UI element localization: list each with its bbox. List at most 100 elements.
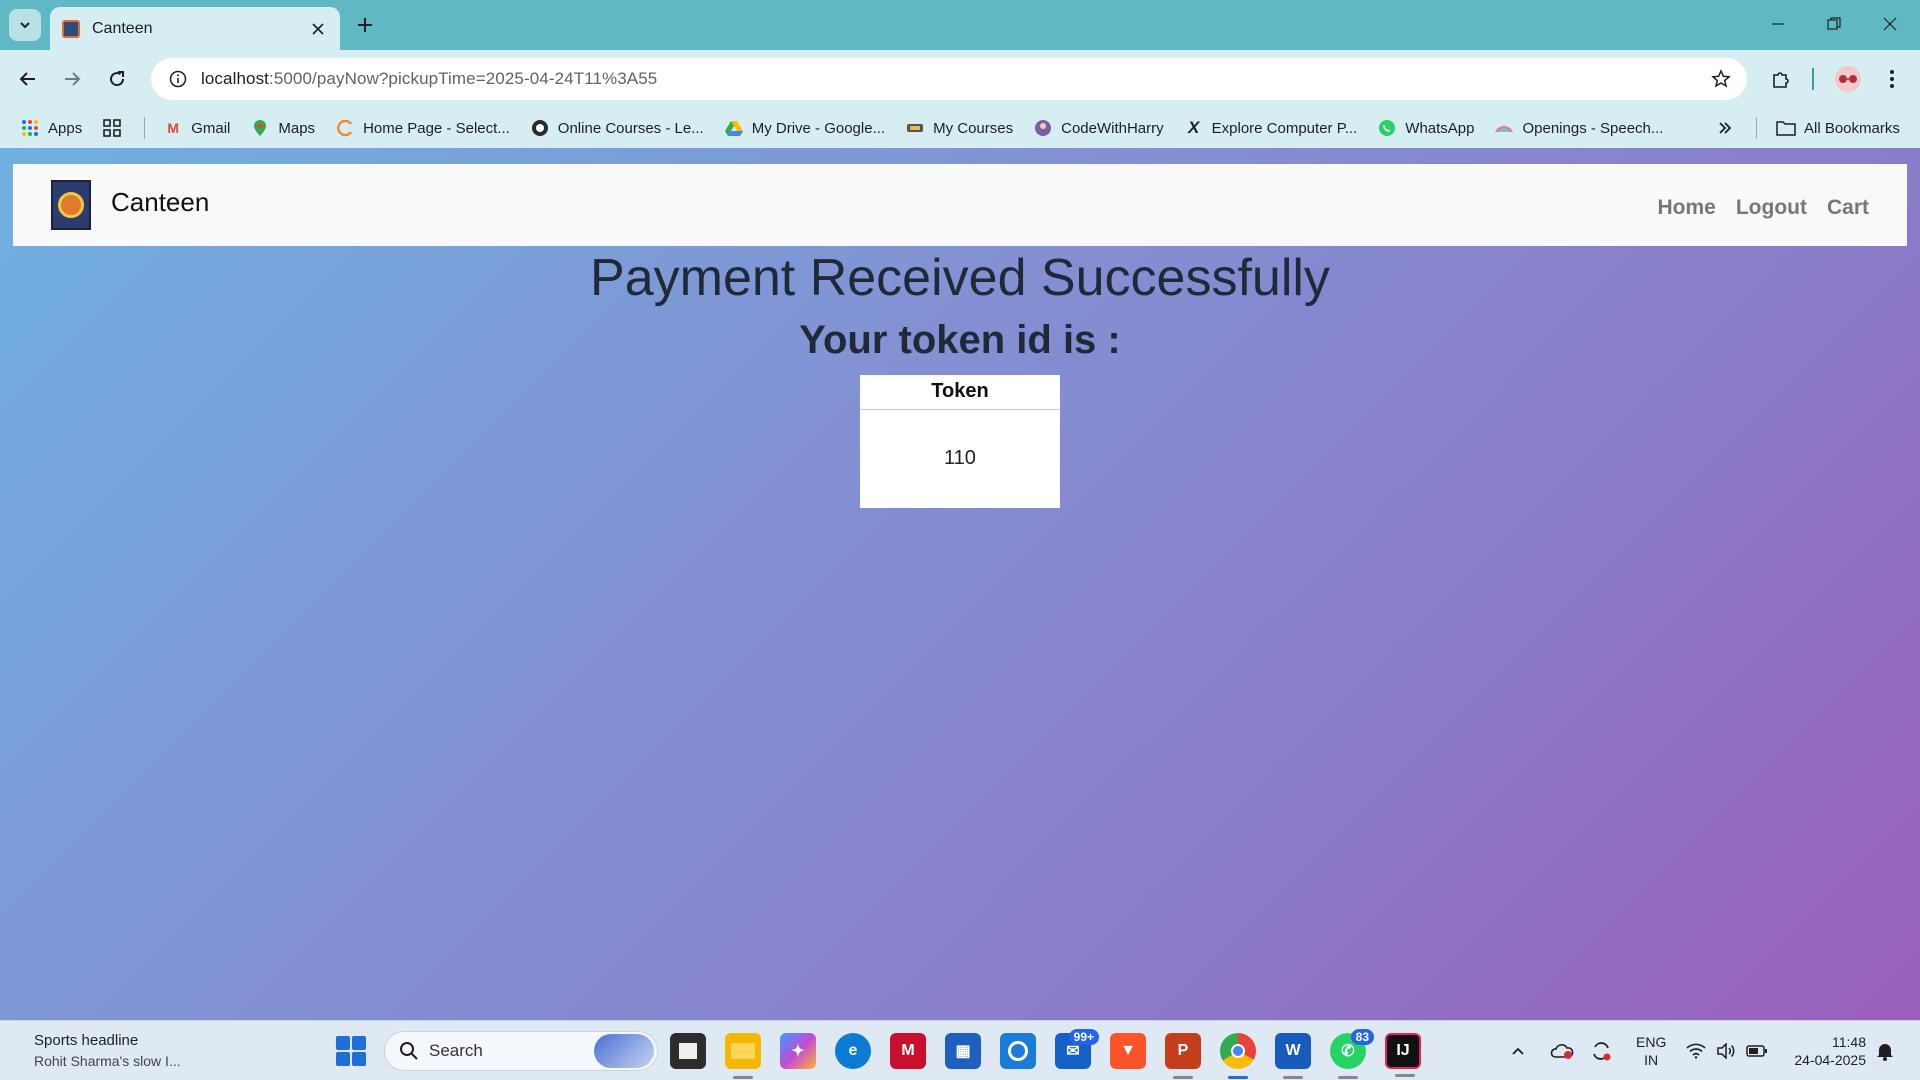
taskbar-app-brave[interactable]: ▼ <box>1110 1033 1146 1069</box>
bookmark-my-courses[interactable]: My Courses <box>905 118 1013 138</box>
taskbar-app-mcafee[interactable]: M <box>890 1033 926 1069</box>
token-heading: Your token id is : <box>799 318 1121 362</box>
search-label: Search <box>429 1041 483 1060</box>
browser-tab[interactable]: Canteen <box>50 7 340 50</box>
forward-button[interactable] <box>56 63 88 95</box>
taskbar-app-copilot[interactable]: ✦ <box>780 1033 816 1069</box>
bookmark-online-courses[interactable]: Online Courses - Le... <box>530 118 704 138</box>
new-tab-button[interactable] <box>352 12 378 38</box>
onedrive-button[interactable] <box>1550 1021 1574 1080</box>
search-highlight-image <box>594 1034 654 1068</box>
apps-grid-icon <box>20 118 40 138</box>
back-button[interactable] <box>12 63 44 95</box>
bookmark-codewithharry[interactable]: CodeWithHarry <box>1033 118 1164 138</box>
bookmark-label: Openings - Speech... <box>1522 119 1664 137</box>
extensions-button[interactable] <box>1765 63 1797 95</box>
table-row: 110 <box>860 409 1060 508</box>
taskbar-app-powerpoint[interactable]: P <box>1165 1033 1201 1079</box>
taskbar-clock[interactable]: 11:48 24-04-2025 <box>1784 1033 1866 1069</box>
table-header-token: Token <box>860 375 1060 410</box>
sync-button[interactable] <box>1590 1021 1612 1080</box>
bookmark-home-page[interactable]: Home Page - Select... <box>335 118 510 138</box>
taskbar-search[interactable]: Search <box>384 1031 658 1071</box>
all-bookmarks-button[interactable]: All Bookmarks <box>1776 108 1900 148</box>
notifications-button[interactable] <box>1876 1021 1894 1080</box>
address-bar[interactable]: localhost:5000/payNow?pickupTime=2025-04… <box>151 58 1747 100</box>
show-hidden-icons-button[interactable] <box>1510 1021 1526 1080</box>
site-navbar: Canteen Home Logout Cart <box>13 164 1907 246</box>
taskbar-app-word[interactable]: W <box>1275 1033 1311 1079</box>
explore-icon: X <box>1187 118 1200 137</box>
brand-name[interactable]: Canteen <box>111 187 209 218</box>
clock-time: 11:48 <box>1832 1034 1866 1050</box>
taskbar-app-intellij[interactable]: IJ <box>1385 1033 1421 1077</box>
site-info-button[interactable] <box>165 66 191 92</box>
url-path: :5000/payNow?pickupTime=2025-04-24T11%3A… <box>269 69 658 88</box>
battery-icon <box>1746 1045 1767 1057</box>
start-button[interactable] <box>336 1036 366 1066</box>
toolbar-divider <box>1812 68 1814 90</box>
task-view-icon <box>679 1043 697 1059</box>
online-courses-icon <box>530 118 550 138</box>
taskbar-app-mail[interactable]: ✉ 99+ <box>1055 1029 1099 1069</box>
gmail-icon: M <box>167 120 180 136</box>
bookmark-apps[interactable]: Apps <box>20 118 82 138</box>
chevron-down-icon <box>20 22 30 29</box>
tab-close-button[interactable] <box>308 19 328 39</box>
menu-button[interactable] <box>1876 63 1908 95</box>
windows-logo-pane <box>352 1036 366 1050</box>
language-indicator[interactable]: ENG IN <box>1636 1033 1666 1069</box>
mail-badge: 99+ <box>1068 1029 1099 1045</box>
volume-button[interactable] <box>1716 1021 1736 1080</box>
reload-button[interactable] <box>101 63 133 95</box>
bookmark-label: My Courses <box>933 119 1014 137</box>
whatsapp-icon: ✆ <box>1341 1043 1355 1060</box>
canteen-logo-icon[interactable] <box>51 180 91 230</box>
cloud-error-icon <box>1550 1044 1574 1059</box>
bookmark-label: WhatsApp <box>1405 119 1475 137</box>
star-icon <box>1711 69 1731 88</box>
restore-button[interactable] <box>1814 8 1854 40</box>
taskbar-app-cortana[interactable] <box>1000 1033 1036 1069</box>
mcafee-icon: M <box>901 1042 915 1059</box>
more-bookmarks-button[interactable] <box>1718 108 1732 148</box>
bookmark-tab-groups[interactable] <box>102 118 130 138</box>
bookmark-google-drive[interactable]: My Drive - Google... <box>724 118 885 138</box>
nav-links: Home Logout Cart <box>1657 196 1869 220</box>
windows-logo-pane <box>352 1052 366 1066</box>
nav-link-logout[interactable]: Logout <box>1736 196 1807 220</box>
network-button[interactable] <box>1686 1021 1706 1080</box>
taskbar-app-store[interactable]: ▦ <box>945 1033 981 1069</box>
copilot-icon: ✦ <box>791 1043 805 1060</box>
bookmark-label: Apps <box>48 119 83 137</box>
bookmark-whatsapp[interactable]: WhatsApp <box>1377 118 1474 138</box>
taskbar-app-edge[interactable]: e <box>835 1033 871 1069</box>
news-widget[interactable]: Sports headline Rohit Sharma's slow I... <box>34 1031 181 1071</box>
taskbar-app-whatsapp[interactable]: ✆ 83 <box>1330 1029 1374 1079</box>
profile-button[interactable] <box>1832 63 1864 95</box>
running-indicator <box>1283 1076 1303 1079</box>
tab-search-button[interactable] <box>9 9 41 41</box>
bookmark-label: Maps <box>278 119 316 137</box>
bookmark-explore-computer[interactable]: X Explore Computer P... <box>1184 118 1357 138</box>
taskbar-app-chrome[interactable] <box>1220 1033 1256 1079</box>
window-close-button[interactable] <box>1870 8 1910 40</box>
battery-button[interactable] <box>1746 1021 1768 1080</box>
tab-title: Canteen <box>92 19 153 37</box>
plus-icon <box>358 18 372 32</box>
sync-icon <box>1593 1042 1611 1061</box>
home-page-icon <box>335 118 355 138</box>
nav-link-cart[interactable]: Cart <box>1827 196 1869 220</box>
bookmark-openings[interactable]: Openings - Speech... <box>1494 118 1663 138</box>
bookmark-gmail[interactable]: M Gmail <box>163 118 230 138</box>
taskbar-app-task-view[interactable] <box>670 1033 706 1069</box>
url-text: localhost:5000/payNow?pickupTime=2025-04… <box>201 69 1705 89</box>
running-indicator <box>1395 1074 1415 1077</box>
minimize-button[interactable] <box>1758 8 1798 40</box>
logo-emblem <box>58 192 84 218</box>
taskbar-app-file-explorer[interactable] <box>725 1033 761 1079</box>
bookmark-star-button[interactable] <box>1705 63 1737 95</box>
bookmark-maps[interactable]: Maps <box>250 118 315 138</box>
bookmark-label: Online Courses - Le... <box>557 119 704 137</box>
nav-link-home[interactable]: Home <box>1657 196 1715 220</box>
